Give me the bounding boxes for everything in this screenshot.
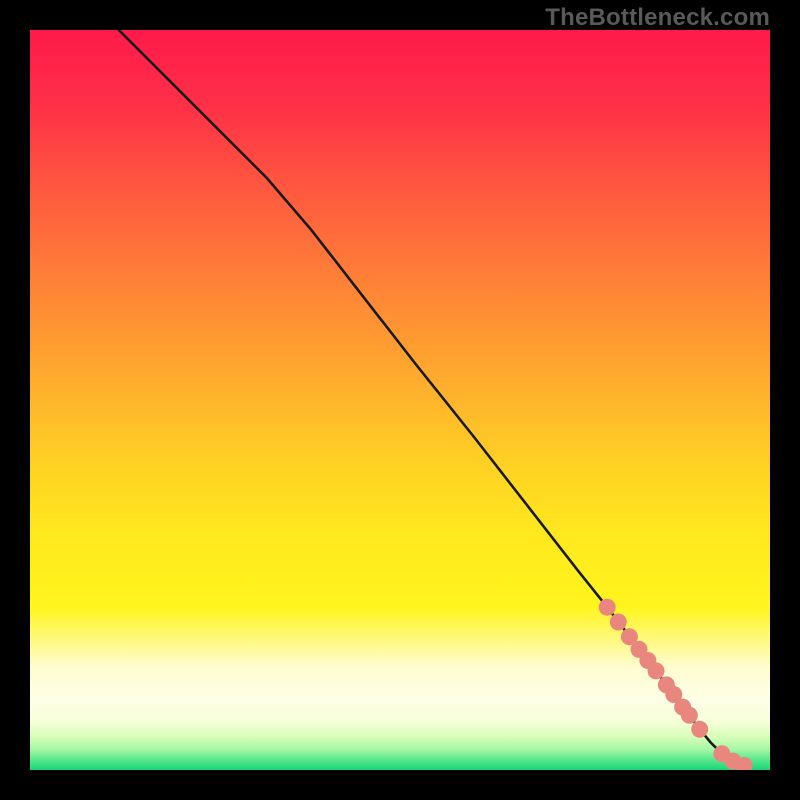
- marker-dot: [681, 707, 698, 724]
- marker-dot: [610, 614, 627, 631]
- marker-dot: [648, 662, 665, 679]
- plot-area: [30, 30, 770, 770]
- chart-stage: TheBottleneck.com: [0, 0, 800, 800]
- marker-group: [599, 599, 753, 770]
- marker-dot: [691, 721, 708, 738]
- marker-dot: [599, 599, 616, 616]
- chart-overlay: [30, 30, 770, 770]
- watermark-label: TheBottleneck.com: [545, 4, 770, 32]
